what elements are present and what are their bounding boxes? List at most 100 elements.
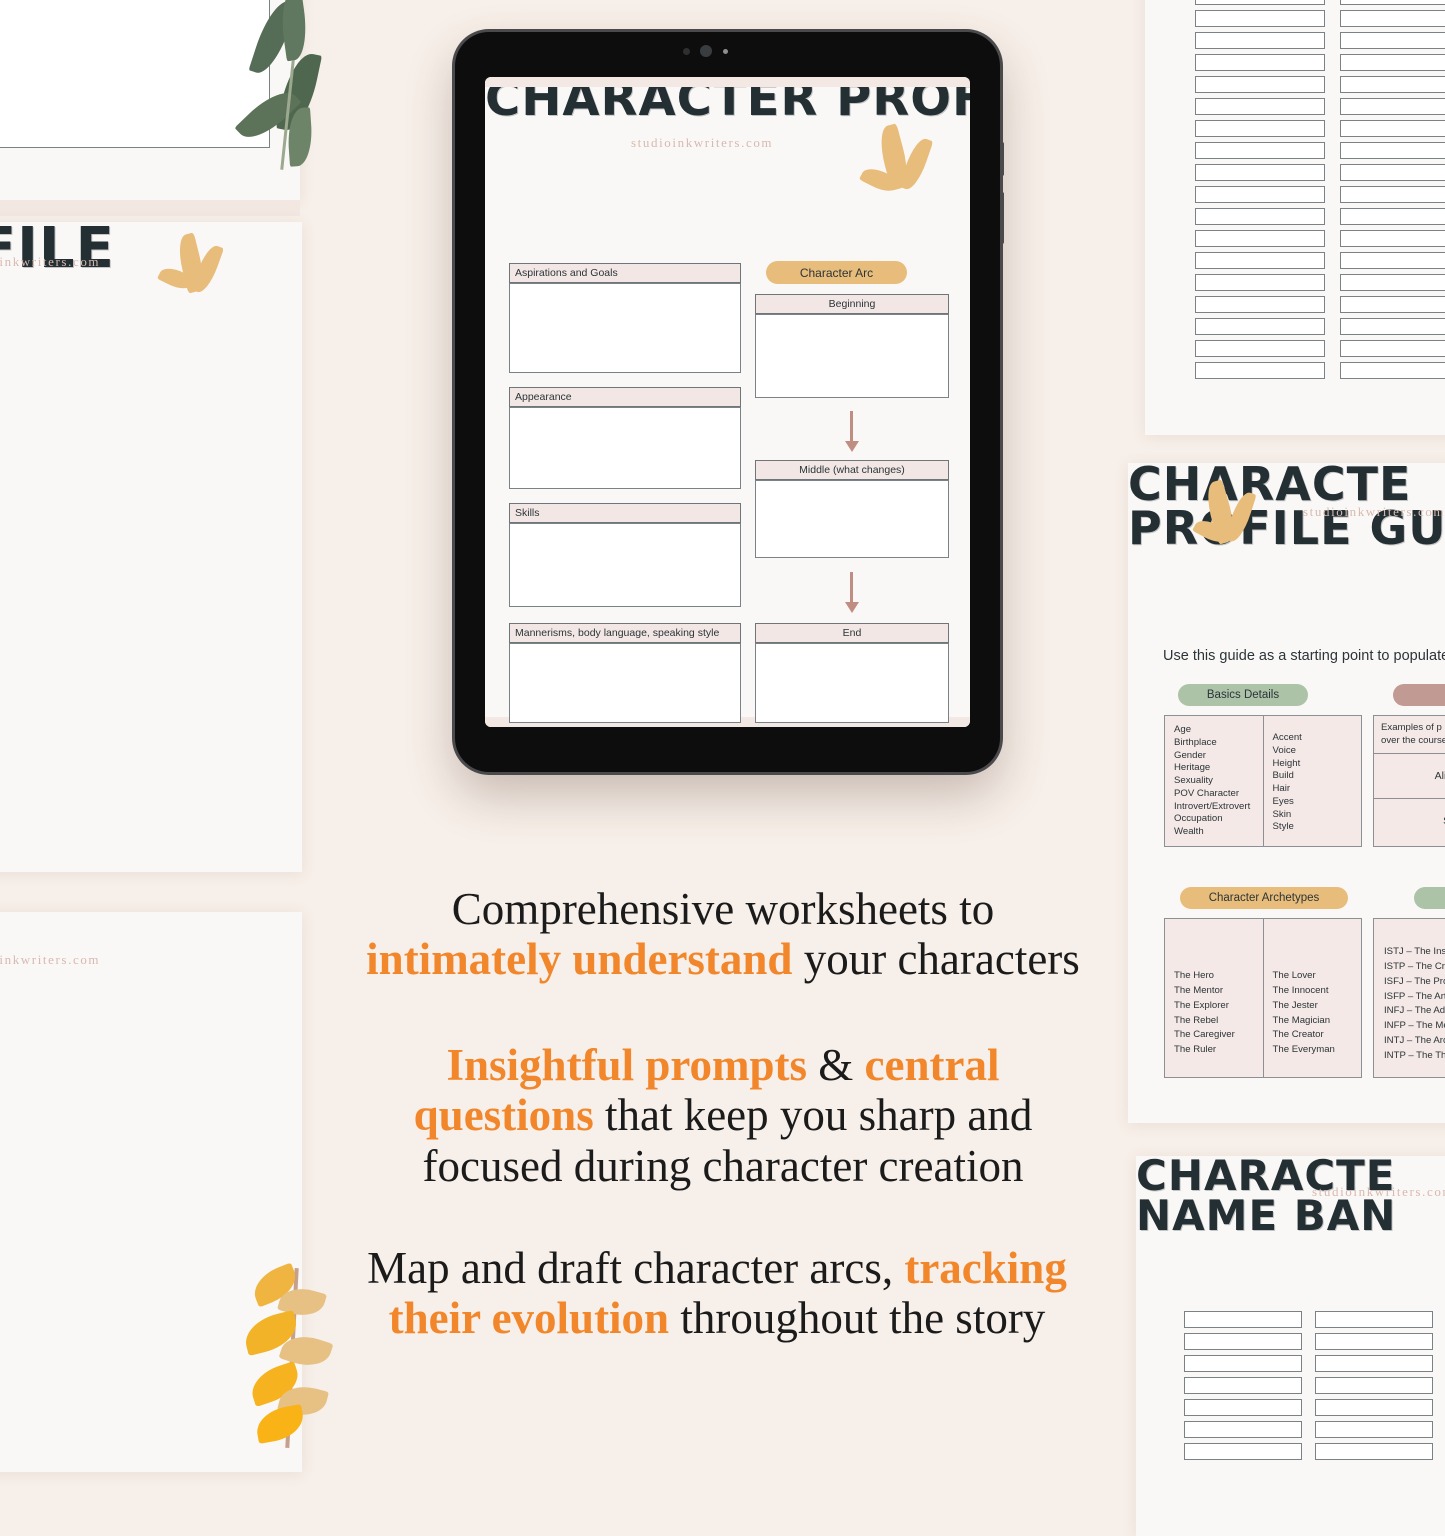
list-item: Heritage	[1174, 762, 1211, 774]
name-bank-input[interactable]	[1184, 1399, 1302, 1416]
list-item: Eyes	[1272, 795, 1294, 807]
leaf-logo-icon	[858, 123, 947, 201]
name-bank-input[interactable]	[1315, 1355, 1433, 1372]
name-bank-input[interactable]	[1195, 54, 1325, 71]
mannerisms-input[interactable]	[509, 643, 741, 723]
name-bank-input[interactable]	[1315, 1311, 1433, 1328]
list-item: The Explorer	[1174, 999, 1229, 1011]
copy-line: Insightful prompts & central	[318, 1040, 1128, 1090]
name-bank-input[interactable]	[1340, 252, 1445, 269]
name-bank-input[interactable]	[1315, 1333, 1433, 1350]
copy-line: Comprehensive worksheets to	[451, 884, 995, 934]
name-bank-input[interactable]	[1195, 296, 1325, 313]
appearance-input[interactable]	[509, 407, 741, 489]
copy-line: their evolution throughout the story	[302, 1293, 1132, 1343]
copy-plain: that keep you sharp and	[593, 1090, 1033, 1141]
green-sprig-decoration	[234, 0, 322, 190]
name-bank-input[interactable]	[1340, 186, 1445, 203]
name-bank-input[interactable]	[1195, 76, 1325, 93]
name-bank-input[interactable]	[1195, 208, 1325, 225]
name-bank-input[interactable]	[1195, 362, 1325, 379]
volume-button[interactable]	[1000, 142, 1004, 176]
name-bank-input[interactable]	[1195, 230, 1325, 247]
name-bank-input[interactable]	[1340, 120, 1445, 137]
arc-beginning-header: Beginning	[755, 294, 949, 314]
name-bank-input[interactable]	[1195, 142, 1325, 159]
name-bank-input[interactable]	[1195, 274, 1325, 291]
name-bank-input[interactable]	[1340, 76, 1445, 93]
name-bank-input[interactable]	[1315, 1443, 1433, 1460]
copy-line: questions that keep you sharp and	[318, 1090, 1128, 1140]
arc-end-input[interactable]	[755, 643, 949, 723]
name-bank-input[interactable]	[1195, 0, 1325, 5]
appearance-label: Appearance	[515, 391, 572, 403]
skills-input[interactable]	[509, 523, 741, 607]
list-item: Hair	[1272, 783, 1291, 794]
character-arc-pill: Character Arc	[766, 261, 907, 284]
tablet-screen: studioinkwriters.com CHARACTER PROFILE A…	[485, 77, 970, 727]
name-bank-input[interactable]	[1195, 186, 1325, 203]
name-bank-input[interactable]	[1195, 340, 1325, 357]
arc-middle-input[interactable]	[755, 480, 949, 558]
aspirations-label: Aspirations and Goals	[515, 267, 618, 279]
aspirations-input[interactable]	[509, 283, 741, 373]
name-bank-input[interactable]	[1340, 0, 1445, 5]
list-item: ISTJ – The Inspector	[1384, 946, 1445, 957]
list-item: The Jester	[1272, 999, 1318, 1011]
name-bank-input[interactable]	[1195, 10, 1325, 27]
name-bank-input[interactable]	[1340, 98, 1445, 115]
name-bank-input[interactable]	[1195, 252, 1325, 269]
list-item: The Everyman	[1272, 1044, 1335, 1056]
name-bank-input[interactable]	[1315, 1421, 1433, 1438]
name-bank-input[interactable]	[1340, 164, 1445, 181]
watermark: studioinkwriters.com	[1303, 504, 1445, 519]
copy-highlight: intimately understand	[366, 934, 793, 985]
arc-note-line-2: over the course	[1381, 734, 1445, 746]
name-bank-input[interactable]	[1195, 98, 1325, 115]
name-bank-input[interactable]	[1340, 274, 1445, 291]
section-pill-basics-label: Basics Details	[1206, 689, 1280, 701]
name-bank-input[interactable]	[1195, 318, 1325, 335]
name-bank-input[interactable]	[1315, 1399, 1433, 1416]
camera-lens-icon	[700, 45, 712, 57]
tablet-device: studioinkwriters.com CHARACTER PROFILE A…	[455, 32, 1004, 772]
name-bank-input[interactable]	[1340, 10, 1445, 27]
name-bank-input[interactable]	[1340, 340, 1445, 357]
arc-row-alignment: Alignment	[1374, 754, 1445, 799]
section-pill-basics: Basics Details	[1178, 684, 1308, 706]
name-bank-input[interactable]	[1340, 32, 1445, 49]
sensor-dot	[723, 49, 728, 54]
name-bank-input[interactable]	[1340, 362, 1445, 379]
name-bank-input[interactable]	[1340, 142, 1445, 159]
name-bank-input[interactable]	[1184, 1377, 1302, 1394]
name-bank-input[interactable]	[1340, 208, 1445, 225]
name-bank-input[interactable]	[1184, 1355, 1302, 1372]
name-bank-input[interactable]	[1195, 120, 1325, 137]
watermark: studioinkwriters.com	[0, 254, 101, 269]
name-bank-input[interactable]	[1340, 296, 1445, 313]
name-bank-input[interactable]	[1340, 318, 1445, 335]
leaf-logo-icon	[1192, 479, 1278, 553]
power-button[interactable]	[1000, 192, 1004, 244]
arc-end-label: End	[842, 627, 862, 639]
list-item: INFJ – The Advocate	[1384, 1005, 1445, 1017]
name-bank-input[interactable]	[1315, 1377, 1433, 1394]
name-bank-input[interactable]	[1184, 1421, 1302, 1438]
list-item: POV Character	[1174, 787, 1240, 799]
name-bank-input[interactable]	[1195, 32, 1325, 49]
copy-highlight: Insightful prompts	[446, 1040, 808, 1090]
list-item: Gender	[1174, 749, 1206, 761]
name-bank-input[interactable]	[1340, 230, 1445, 247]
field-box[interactable]	[0, 0, 270, 148]
list-item: Wealth	[1174, 826, 1204, 837]
guide-subtitle: Use this guide as a starting point to po…	[1163, 648, 1445, 664]
name-bank-title-line-2: NAME BAN	[1136, 1190, 1397, 1240]
name-bank-input[interactable]	[1184, 1333, 1302, 1350]
list-item: Sexuality	[1174, 775, 1213, 786]
name-bank-input[interactable]	[1340, 54, 1445, 71]
name-bank-input[interactable]	[1184, 1443, 1302, 1460]
name-bank-input[interactable]	[1195, 164, 1325, 181]
arc-beginning-input[interactable]	[755, 314, 949, 398]
list-item: Age	[1174, 724, 1192, 735]
name-bank-input[interactable]	[1184, 1311, 1302, 1328]
